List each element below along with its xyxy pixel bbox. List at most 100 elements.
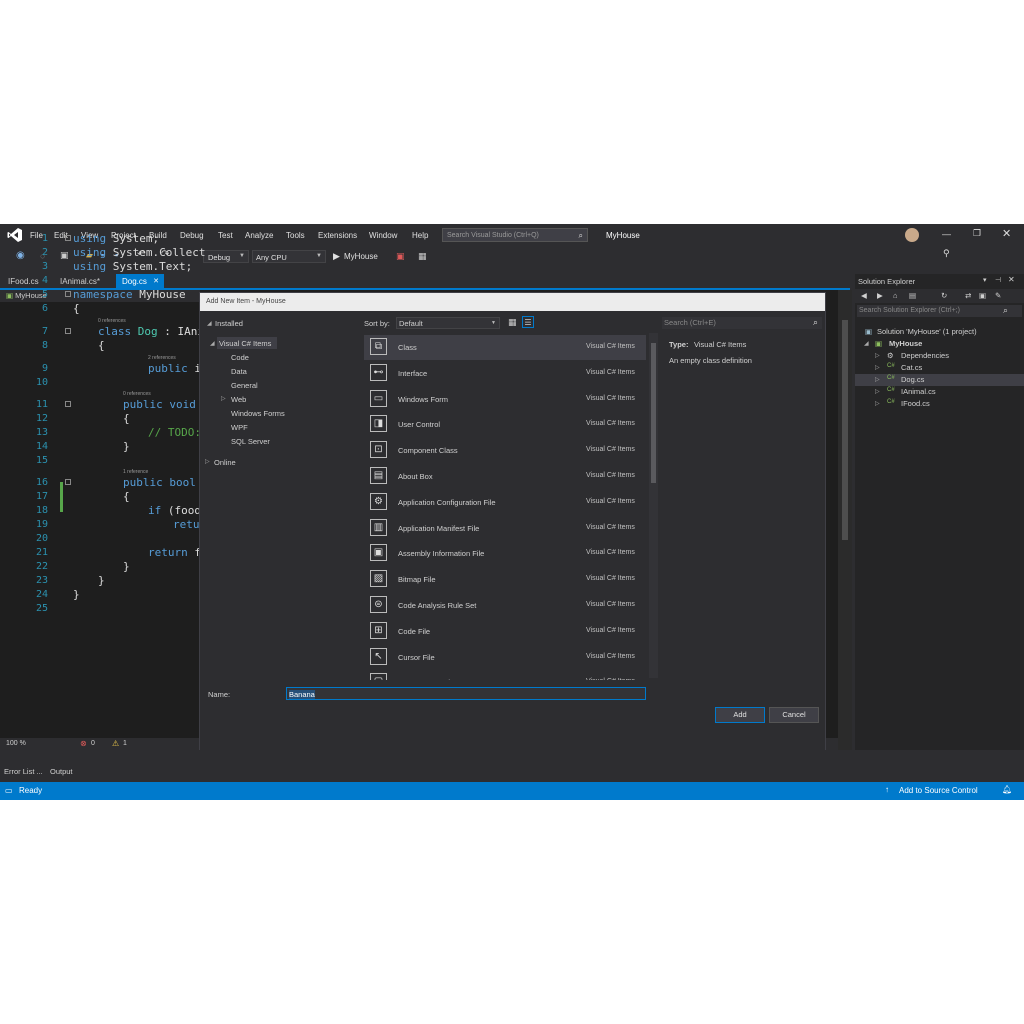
editor-vertical-scrollbar[interactable]	[838, 290, 852, 750]
warning-count[interactable]: 1	[123, 740, 127, 747]
tree-item-general[interactable]: General	[231, 381, 258, 390]
tree-item-sql-server[interactable]: SQL Server	[231, 437, 270, 446]
forward-icon[interactable]: ▶	[877, 291, 883, 300]
solution-icon: ▣	[865, 327, 873, 336]
fold-toggle[interactable]	[65, 291, 71, 297]
toolbar-extra-icon[interactable]: ▦	[418, 251, 427, 262]
pin-icon[interactable]: ⊣	[995, 276, 1001, 284]
solution-node[interactable]: Solution 'MyHouse' (1 project)	[877, 327, 977, 336]
template-row[interactable]: ⊷ Interface Visual C# Items	[364, 361, 646, 386]
se-item-cat[interactable]: Cat.cs	[901, 363, 922, 372]
tree-item-windows-forms[interactable]: Windows Forms	[231, 409, 285, 418]
notification-bell-icon[interactable]: 🔔︎	[1002, 785, 1012, 794]
template-row[interactable]: ▥ Application Manifest File Visual C# Item…	[364, 516, 646, 541]
configuration-select[interactable]: Debug ▼	[203, 250, 249, 263]
template-row[interactable]: ▢ Custom Control Visual C# Items	[364, 670, 646, 681]
zoom-level[interactable]: 100 %	[6, 740, 26, 747]
template-row[interactable]: ⊞ Code File Visual C# Items	[364, 619, 646, 644]
platform-select[interactable]: Any CPU ▼	[252, 250, 326, 263]
menu-debug[interactable]: Debug	[180, 231, 204, 240]
menu-window[interactable]: Window	[369, 231, 397, 240]
template-row[interactable]: ⚙ Application Configuration File Visual C#…	[364, 490, 646, 515]
show-all-files-icon[interactable]: ▣	[979, 291, 986, 300]
cancel-button[interactable]: Cancel	[769, 707, 819, 723]
template-row[interactable]: ▣ Assembly Information File Visual C# Item…	[364, 541, 646, 566]
menu-extensions[interactable]: Extensions	[318, 231, 357, 240]
collapsed-arrow-icon: ▷	[221, 396, 226, 402]
minimize-icon[interactable]: —	[942, 229, 951, 239]
back-icon[interactable]: ◉	[16, 250, 25, 261]
list-view-icon[interactable]: ☰	[522, 316, 534, 328]
scrollbar-thumb[interactable]	[842, 320, 848, 540]
template-list-scrollbar[interactable]	[649, 333, 658, 678]
home-icon[interactable]: ⌂	[893, 291, 898, 300]
template-row[interactable]: ▤ About Box Visual C# Items	[364, 464, 646, 489]
fold-toggle[interactable]	[65, 401, 71, 407]
back-icon[interactable]: ◀	[861, 291, 867, 300]
name-input[interactable]: Banana	[286, 687, 646, 700]
error-count[interactable]: 0	[91, 740, 95, 747]
user-avatar[interactable]	[905, 228, 919, 242]
project-node[interactable]: MyHouse	[889, 339, 922, 348]
scrollbar-thumb[interactable]	[651, 343, 656, 483]
installed-node[interactable]: Installed	[215, 319, 243, 328]
close-tab-icon[interactable]: ✕	[153, 277, 159, 285]
tab-error-list[interactable]: Error List ...	[4, 767, 43, 776]
play-icon[interactable]: ▶	[333, 251, 340, 262]
codelens-references[interactable]: 0 references	[98, 318, 126, 324]
tree-item-data[interactable]: Data	[231, 367, 247, 376]
menu-test[interactable]: Test	[218, 231, 233, 240]
tree-item-wpf[interactable]: WPF	[231, 423, 248, 432]
maximize-icon[interactable]: ❐	[973, 228, 981, 239]
codelens-references[interactable]: 1 reference	[123, 469, 148, 475]
switch-views-icon[interactable]: ▤	[909, 291, 916, 300]
new-project-icon[interactable]: ▣	[60, 250, 69, 261]
panel-menu-icon[interactable]: ▾	[983, 276, 987, 284]
tab-ianimal[interactable]: IAnimal.cs*	[54, 274, 106, 288]
menu-help[interactable]: Help	[412, 231, 428, 240]
tree-item-web[interactable]: Web	[231, 395, 246, 404]
tree-item-code[interactable]: Code	[231, 353, 249, 362]
grid-view-icon[interactable]: ▦	[508, 317, 517, 328]
template-row[interactable]: ▨ Bitmap File Visual C# Items	[364, 567, 646, 592]
solution-search-input[interactable]: Search Solution Explorer (Ctrl+;) ⌕	[857, 305, 1022, 317]
sync-icon[interactable]: ⇄	[965, 291, 971, 300]
kw: using	[73, 232, 107, 245]
template-row[interactable]: ↖ Cursor File Visual C# Items	[364, 645, 646, 670]
add-to-source-control-button[interactable]: Add to Source Control	[899, 786, 978, 795]
codelens-references[interactable]: 0 references	[123, 391, 151, 397]
fold-toggle[interactable]	[65, 328, 71, 334]
se-item-ifood[interactable]: IFood.cs	[901, 399, 930, 408]
tab-dog[interactable]: Dog.cs ✕	[116, 274, 164, 288]
codelens-references[interactable]: 2 references	[148, 355, 176, 361]
fold-toggle[interactable]	[65, 235, 71, 241]
collapsed-arrow-icon: ▷	[875, 377, 880, 383]
attach-icon[interactable]: ▣	[396, 251, 405, 262]
properties-icon[interactable]: ✎	[995, 291, 1001, 300]
menu-analyze[interactable]: Analyze	[245, 231, 273, 240]
template-row[interactable]: ⊡ Component Class Visual C# Items	[364, 438, 646, 463]
template-row[interactable]: ▭ Windows Form Visual C# Items	[364, 387, 646, 412]
template-row[interactable]: ⧉ Class Visual C# Items	[364, 335, 646, 360]
online-node[interactable]: Online	[214, 458, 236, 467]
start-target-button[interactable]: MyHouse	[344, 252, 378, 261]
add-button[interactable]: Add	[715, 707, 765, 723]
template-search-input[interactable]: Search (Ctrl+E) ⌕	[662, 317, 822, 329]
kw: namespace	[73, 288, 133, 301]
history-icon[interactable]: ↻	[941, 291, 947, 300]
template-row[interactable]: ◨ User Control Visual C# Items	[364, 412, 646, 437]
se-selected-row[interactable]	[855, 374, 1024, 386]
tree-item-visual-csharp[interactable]: Visual C# Items	[217, 337, 277, 349]
close-icon[interactable]: ✕	[1002, 227, 1011, 240]
se-item-dependencies[interactable]: Dependencies	[901, 351, 949, 360]
fold-toggle[interactable]	[65, 479, 71, 485]
global-search-input[interactable]: Search Visual Studio (Ctrl+Q) ⌕	[442, 228, 588, 242]
tab-output[interactable]: Output	[50, 767, 73, 776]
sort-select[interactable]: Default ▼	[396, 317, 500, 329]
template-row[interactable]: ⊜ Code Analysis Rule Set Visual C# Items	[364, 593, 646, 618]
close-panel-icon[interactable]: ✕	[1008, 275, 1015, 284]
se-item-dog[interactable]: Dog.cs	[901, 375, 924, 384]
solution-search-placeholder: Search Solution Explorer (Ctrl+;)	[859, 307, 960, 314]
menu-tools[interactable]: Tools	[286, 231, 305, 240]
se-item-ianimal[interactable]: IAnimal.cs	[901, 387, 936, 396]
